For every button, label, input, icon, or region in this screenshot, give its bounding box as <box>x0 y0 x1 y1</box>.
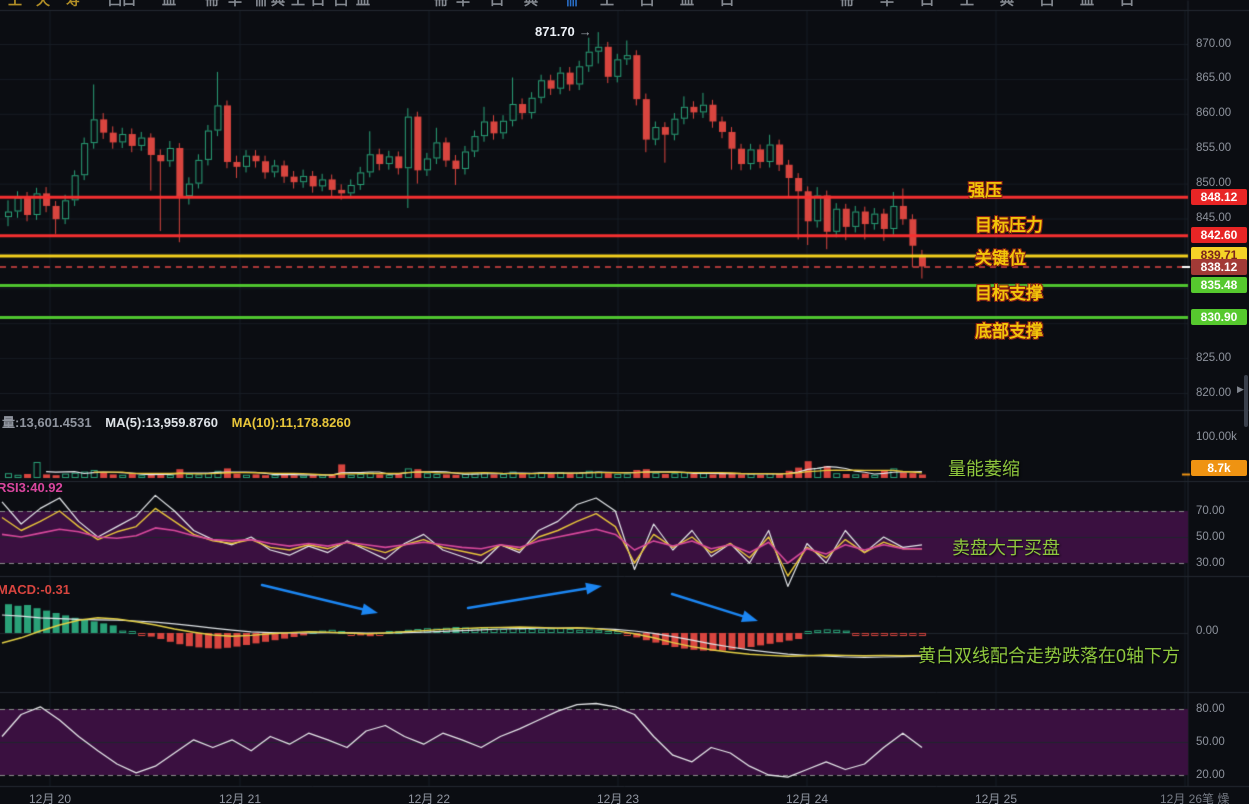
price-axis-tick[interactable]: 865.00 <box>1196 72 1231 85</box>
chart-text-annotation[interactable]: 目标压力 <box>975 216 1043 236</box>
price-axis-tick[interactable]: 825.00 <box>1196 352 1231 365</box>
toolbar-icon-fragment[interactable]: 罒 <box>187 0 201 9</box>
volume-indicator-labels: 量:13,601.4531 MA(5):13,959.8760 MA(10):1… <box>2 412 351 431</box>
toolbar-icon-fragment[interactable]: 寿 <box>66 0 80 9</box>
macd-indicator-label: MACD:-0.31 <box>0 582 70 597</box>
toolbar-icon-fragment[interactable]: 典 <box>271 0 285 9</box>
toolbar-icon-fragment[interactable]: 口 <box>920 0 934 9</box>
toolbar-icon-fragment[interactable]: 皿 <box>356 0 370 9</box>
price-level-badge-resistance: 842.60 <box>1191 227 1247 244</box>
toolbar-icon-fragment[interactable]: 典 <box>524 0 538 9</box>
volume-ma10-label: MA(10):11,178.8260 <box>231 415 351 430</box>
chart-text-annotation[interactable]: 底部支撑 <box>975 322 1043 342</box>
volume-axis-tick[interactable]: 100.00k <box>1196 431 1237 444</box>
time-axis-label[interactable]: 12月 23 <box>597 790 639 804</box>
toolbar-icon-fragment[interactable]: 口 <box>720 0 734 9</box>
volume-value-label: 量:13,601.4531 <box>2 415 92 430</box>
high-price-annotation[interactable]: 871.70 → <box>535 24 592 39</box>
time-axis-label[interactable]: 12月 24 <box>786 790 828 804</box>
price-level-badge-support: 830.90 <box>1191 308 1247 325</box>
toolbar-icon-fragment[interactable]: 凸 <box>334 0 348 9</box>
high-price-value: 871.70 <box>535 24 575 39</box>
price-scale-scrollbar[interactable] <box>1244 375 1248 427</box>
toolbar-icon-fragment[interactable]: 口 <box>1120 0 1134 9</box>
toolbar-icon-fragment[interactable]: 艹 <box>378 0 392 9</box>
top-toolbar[interactable]: 工天寿凸口艹皿罒冊丰卌典工口凸皿艹罒冊丰口典卌工凸皿口艹罒冊丰口工典凸皿口 <box>0 0 1249 9</box>
toolbar-icon-fragment[interactable]: 罒 <box>409 0 423 9</box>
rsi-axis-tick[interactable]: 70.00 <box>1196 505 1225 518</box>
toolbar-icon-fragment[interactable]: 丰 <box>228 0 242 9</box>
toolbar-icon-fragment[interactable]: 口 <box>490 0 504 9</box>
time-axis-label[interactable]: 12月 22 <box>408 790 450 804</box>
chart-text-annotation[interactable]: 卖盘大于买盘 <box>952 538 1060 559</box>
chart-canvas[interactable] <box>0 0 1249 804</box>
time-axis-label[interactable]: 12月 25 <box>975 790 1017 804</box>
toolbar-icon-fragment[interactable]: 工 <box>960 0 974 9</box>
price-level-badge-current: 838.12 <box>1191 258 1247 275</box>
toolbar-icon-fragment[interactable]: 凸 <box>108 0 122 9</box>
price-axis-tick[interactable]: 820.00 <box>1196 387 1231 400</box>
chart-text-annotation[interactable]: 黄白双线配合走势跌落在0轴下方 <box>918 646 1180 667</box>
volume-last-badge: 8.7k <box>1191 460 1247 476</box>
price-level-badge-resistance: 848.12 <box>1191 188 1247 205</box>
toolbar-icon-fragment[interactable]: 冊 <box>434 0 448 9</box>
time-axis-label[interactable]: 12月 26笔 燥 <box>1160 790 1229 804</box>
rsi-axis-tick[interactable]: 50.00 <box>1196 531 1225 544</box>
toolbar-icon-fragment[interactable]: 皿 <box>162 0 176 9</box>
toolbar-icon-fragment[interactable]: 天 <box>36 0 50 9</box>
price-axis-tick[interactable]: 870.00 <box>1196 38 1231 51</box>
toolbar-icon-fragment[interactable]: 工 <box>291 0 305 9</box>
chart-text-annotation[interactable]: 强压 <box>968 181 1002 201</box>
price-axis-tick[interactable]: 845.00 <box>1196 212 1231 225</box>
toolbar-icon-fragment[interactable]: 工 <box>8 0 22 9</box>
toolbar-icon-fragment[interactable]: 艹 <box>760 0 774 9</box>
toolbar-icon-fragment[interactable]: 口 <box>122 0 136 9</box>
toolbar-icon-fragment[interactable]: 卌 <box>254 0 268 9</box>
macd-axis-tick[interactable]: 0.00 <box>1196 625 1218 638</box>
toolbar-icon-fragment[interactable]: 典 <box>1000 0 1014 9</box>
price-level-badge-support: 835.48 <box>1191 276 1247 293</box>
time-axis-label[interactable]: 12月 20 <box>29 790 71 804</box>
toolbar-icon-fragment[interactable]: 丰 <box>456 0 470 9</box>
trading-app: 工天寿凸口艹皿罒冊丰卌典工口凸皿艹罒冊丰口典卌工凸皿口艹罒冊丰口工典凸皿口 87… <box>0 0 1249 804</box>
toolbar-icon-fragment[interactable]: 冊 <box>840 0 854 9</box>
toolbar-icon-fragment[interactable]: 罒 <box>800 0 814 9</box>
volume-ma5-label: MA(5):13,959.8760 <box>105 415 218 430</box>
right-arrow-icon: → <box>578 24 592 39</box>
price-axis-tick[interactable]: 855.00 <box>1196 142 1231 155</box>
osc-axis-tick[interactable]: 80.00 <box>1196 703 1225 716</box>
toolbar-icon-fragment[interactable]: 凸 <box>640 0 654 9</box>
toolbar-icon-fragment[interactable]: 凸 <box>1040 0 1054 9</box>
toolbar-icon-fragment[interactable]: 丰 <box>880 0 894 9</box>
toolbar-icon-fragment[interactable]: 皿 <box>1080 0 1094 9</box>
toolbar-icon-fragment[interactable]: 工 <box>600 0 614 9</box>
toolbar-icon-fragment[interactable]: 卌 <box>565 0 579 9</box>
rsi-axis-tick[interactable]: 30.00 <box>1196 557 1225 570</box>
osc-axis-tick[interactable]: 20.00 <box>1196 769 1225 782</box>
toolbar-icon-fragment[interactable]: 冊 <box>205 0 219 9</box>
time-axis-label[interactable]: 12月 21 <box>219 790 261 804</box>
price-axis-tick[interactable]: 860.00 <box>1196 107 1231 120</box>
chart-text-annotation[interactable]: 量能萎缩 <box>948 459 1020 480</box>
toolbar-icon-fragment[interactable]: 口 <box>311 0 325 9</box>
scroll-right-arrow-icon[interactable]: ▶ <box>1237 384 1244 395</box>
osc-axis-tick[interactable]: 50.00 <box>1196 736 1225 749</box>
chart-text-annotation[interactable]: 目标支撑 <box>975 284 1043 304</box>
chart-text-annotation[interactable]: 关键位 <box>975 249 1026 269</box>
toolbar-icon-fragment[interactable]: 皿 <box>680 0 694 9</box>
rsi-indicator-label: RSI3:40.92 <box>0 480 63 495</box>
toolbar-icon-fragment[interactable]: 艹 <box>142 0 156 9</box>
